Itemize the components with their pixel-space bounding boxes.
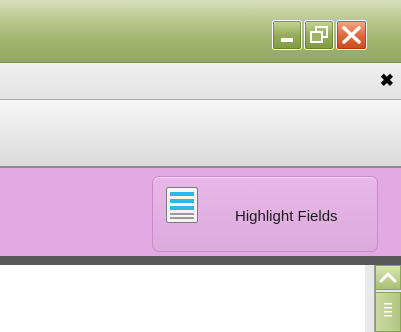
scroll-thumb[interactable] bbox=[375, 292, 401, 332]
maximize-button[interactable] bbox=[304, 20, 334, 50]
close-button[interactable] bbox=[336, 20, 367, 50]
chevron-up-icon bbox=[379, 272, 397, 283]
application-window: ✖ Highlight Fields bbox=[0, 0, 401, 332]
grip-icon bbox=[384, 303, 392, 317]
highlight-fields-icon bbox=[166, 187, 198, 223]
title-bar[interactable] bbox=[0, 0, 401, 63]
scroll-up-button[interactable] bbox=[375, 265, 401, 290]
highlight-fields-label: Highlight Fields bbox=[235, 208, 338, 225]
close-icon bbox=[342, 26, 361, 44]
vertical-scrollbar[interactable] bbox=[365, 265, 401, 332]
document-area[interactable] bbox=[0, 265, 365, 332]
minimize-button[interactable] bbox=[272, 20, 302, 50]
close-tab-icon[interactable]: ✖ bbox=[380, 72, 394, 89]
toolbar-band bbox=[0, 100, 401, 168]
minimize-icon bbox=[281, 38, 293, 42]
tab-strip: ✖ bbox=[0, 63, 401, 100]
highlight-fields-button[interactable]: Highlight Fields bbox=[152, 176, 378, 252]
restore-icon bbox=[310, 26, 328, 43]
separator-bar bbox=[0, 256, 401, 265]
